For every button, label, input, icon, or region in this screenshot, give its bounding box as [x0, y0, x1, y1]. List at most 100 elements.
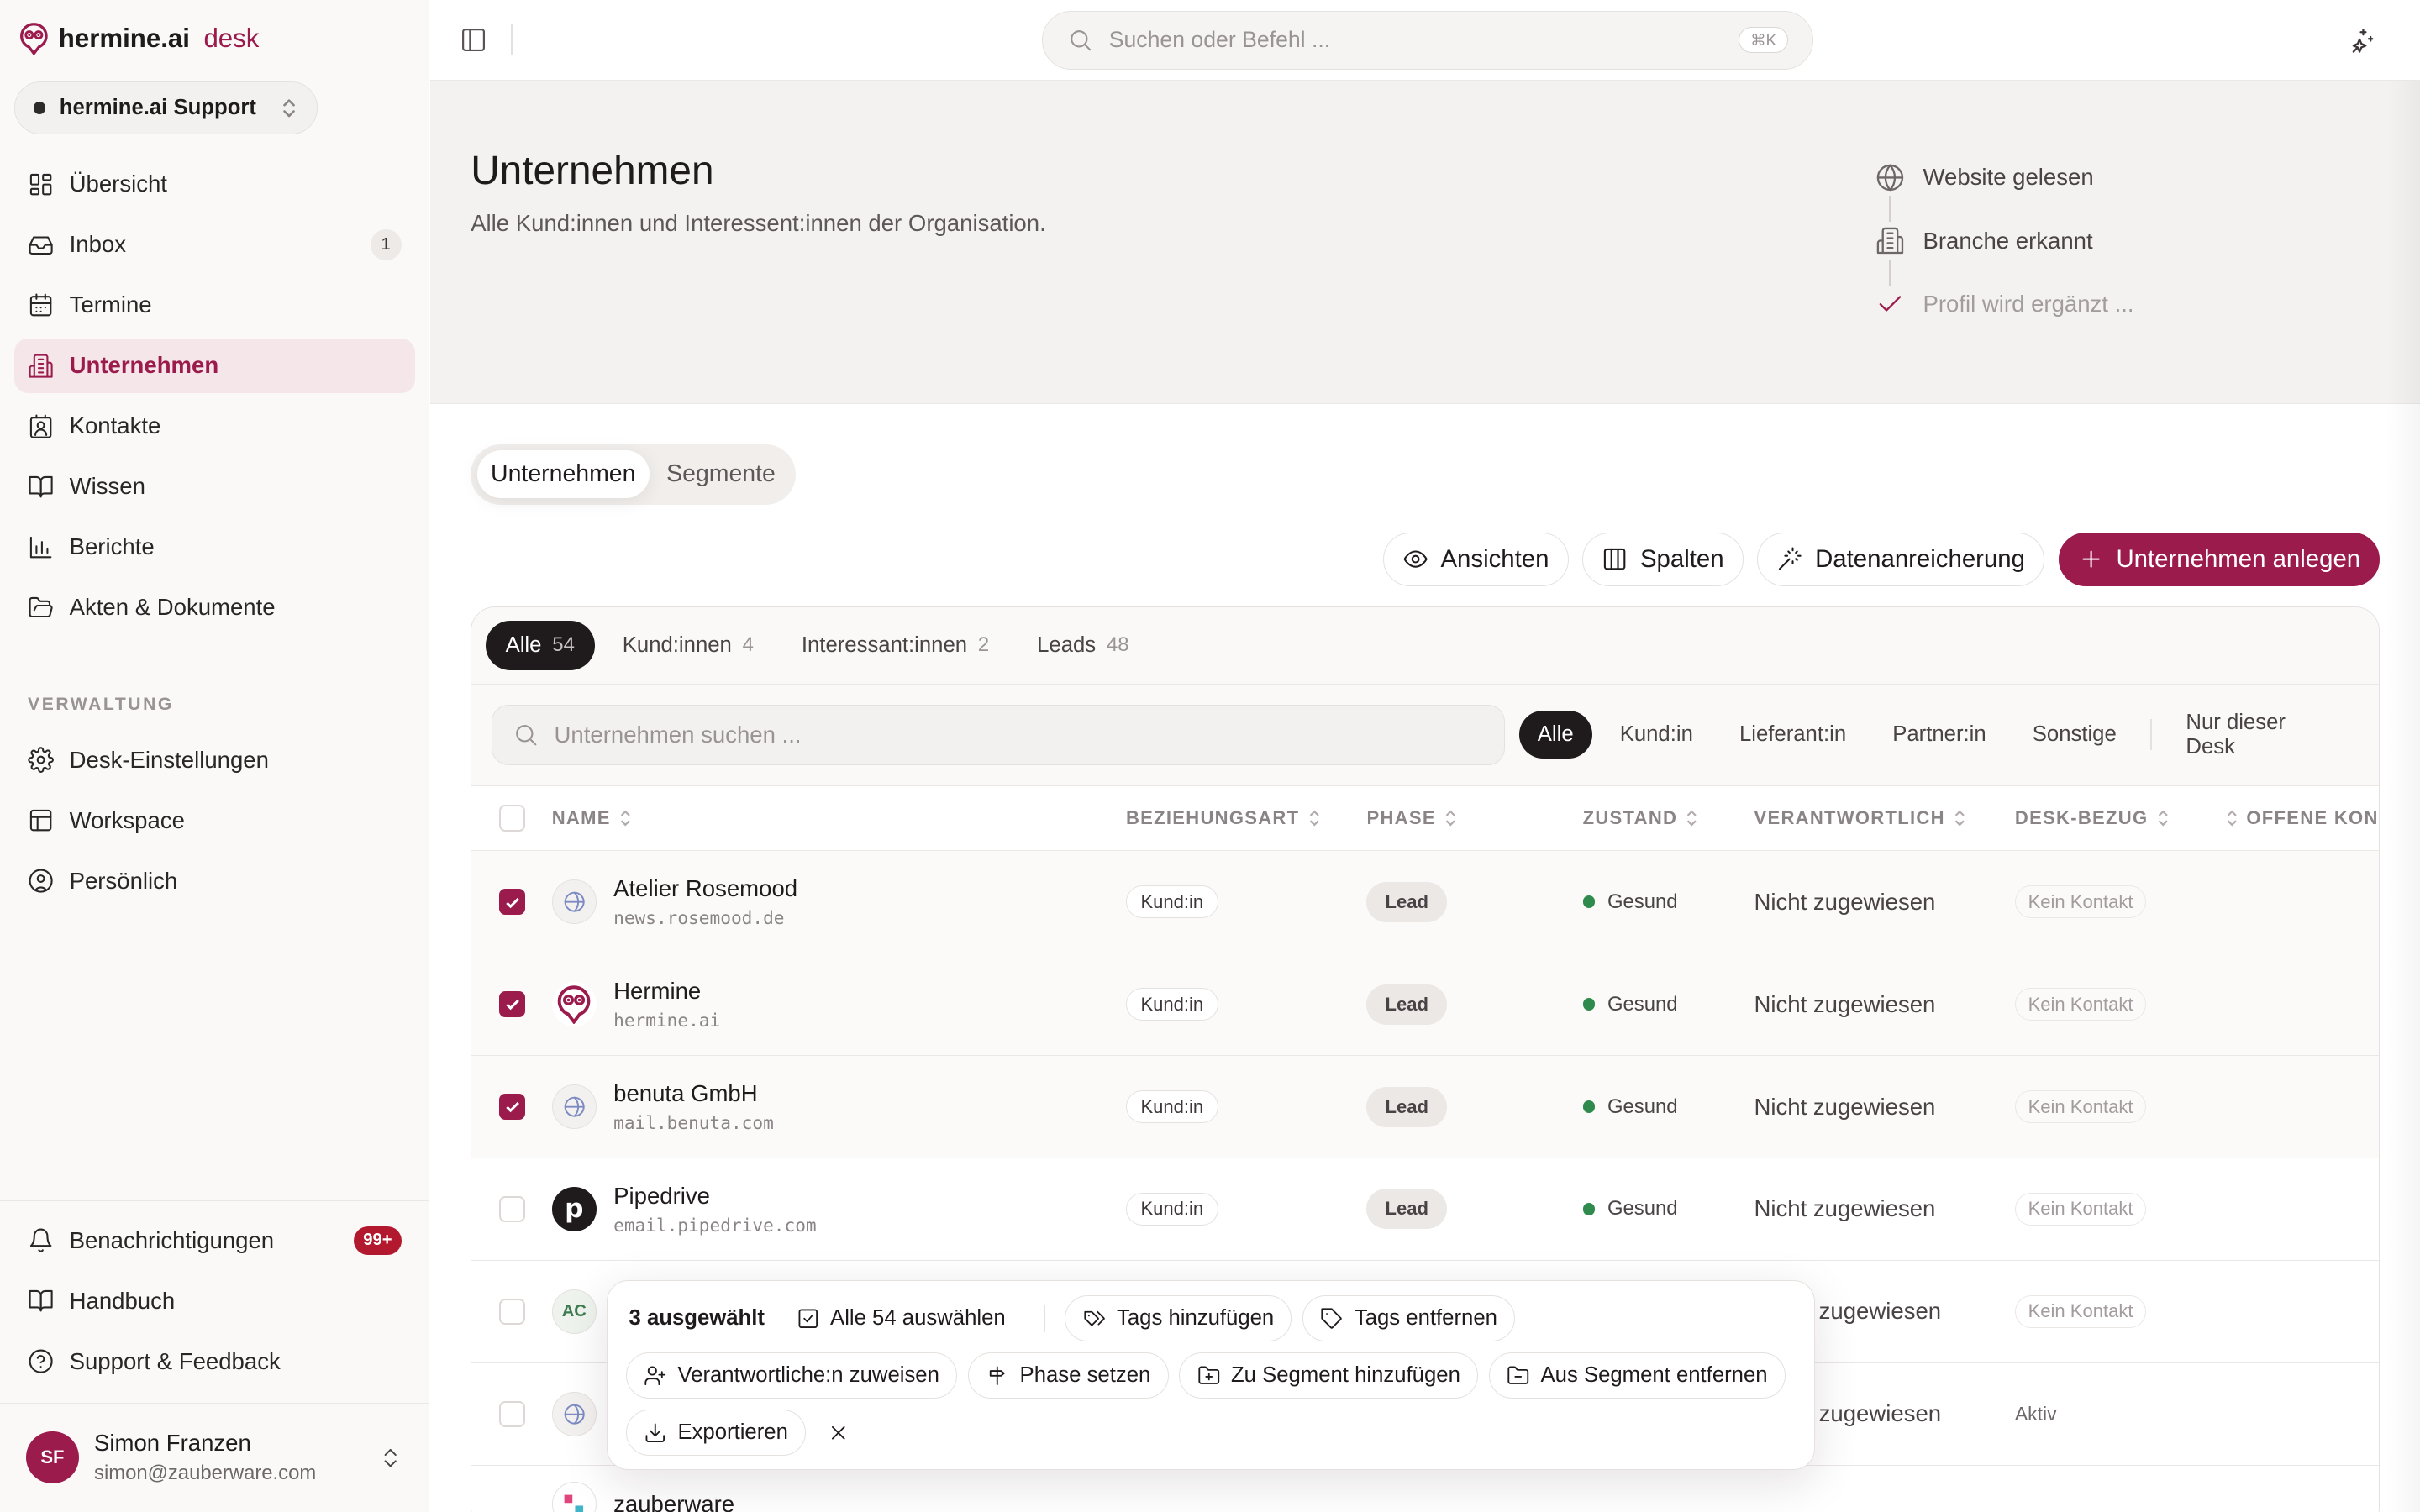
search-icon	[516, 725, 537, 746]
column-header-owner[interactable]: VERANTWORTLICH	[1754, 807, 1966, 829]
export-button[interactable]: Exportieren	[625, 1409, 807, 1456]
checkbox[interactable]	[499, 889, 526, 916]
remove-from-segment-button[interactable]: Aus Segment entfernen	[1488, 1352, 1786, 1399]
company-name[interactable]: Hermine	[613, 978, 720, 1005]
filter-tab-leads[interactable]: Leads 48	[1017, 621, 1149, 670]
type-chip-lieferantin[interactable]: Lieferant:in	[1721, 711, 1865, 759]
checkbox[interactable]	[499, 1195, 526, 1223]
contact-card-icon	[29, 414, 52, 438]
table-row[interactable]: benuta GmbH mail.benuta.com Kund:in Lead …	[471, 1055, 2380, 1158]
owner-value[interactable]: Nicht zugewiesen	[1754, 889, 1935, 916]
type-chip-kundin[interactable]: Kund:in	[1602, 711, 1712, 759]
tab-segmente[interactable]: Segmente	[653, 450, 790, 498]
step-profil: Profil wird ergänzt ...	[1876, 286, 2134, 323]
nav-item-termine[interactable]: Termine	[14, 278, 416, 332]
filter-tab-kundinnen[interactable]: Kund:innen 4	[602, 621, 774, 670]
company-name[interactable]: Atelier Rosemood	[613, 875, 797, 902]
owner-value[interactable]: Nicht zugewiesen	[1754, 991, 1935, 1018]
nav-item-akten-dokumente[interactable]: Akten & Dokumente	[14, 580, 416, 634]
table-row[interactable]: zauberware	[471, 1466, 2379, 1512]
enrichment-button[interactable]: Datenanreicherung	[1757, 532, 2044, 586]
column-header-open[interactable]: OFFENE KONV	[2225, 807, 2379, 829]
set-phase-button[interactable]: Phase setzen	[967, 1352, 1169, 1399]
sort-icon	[620, 810, 630, 827]
owner-value[interactable]: Nicht zugewiesen	[1754, 1195, 1935, 1222]
workspace-switcher[interactable]: hermine.ai Support	[13, 81, 318, 134]
signpost-icon	[989, 1366, 1005, 1385]
folder-open-icon	[29, 596, 53, 617]
search-icon	[1071, 30, 1092, 51]
filter-tab-interessentinnen[interactable]: Interessant:innen 2	[781, 621, 1009, 670]
company-search-input[interactable]: Unternehmen suchen ...	[492, 704, 1506, 765]
checkbox[interactable]	[499, 1400, 526, 1427]
tab-unternehmen[interactable]: Unternehmen	[476, 450, 650, 499]
checkbox[interactable]	[499, 805, 526, 832]
owner-value[interactable]: zugewiesen	[1819, 1298, 1941, 1325]
create-company-button[interactable]: Unternehmen anlegen	[2058, 532, 2381, 586]
sidebar-toggle-icon[interactable]	[460, 26, 487, 54]
sidebar-bottom-nav: Benachrichtigungen 99+ Handbuch Support …	[0, 1200, 429, 1395]
table-search-row: Unternehmen suchen ... Alle Kund:in Lief…	[471, 684, 2380, 786]
assign-owner-button[interactable]: Verantwortliche:n zuweisen	[625, 1352, 958, 1399]
filter-tab-alle[interactable]: Alle 54	[485, 620, 595, 670]
checkbox[interactable]	[499, 990, 526, 1018]
nav-item-wissen[interactable]: Wissen	[14, 459, 416, 513]
checkbox[interactable]	[499, 1298, 526, 1326]
nav-item-kontakte[interactable]: Kontakte	[14, 399, 416, 453]
command-search[interactable]: Suchen oder Befehl ... ⌘K	[1041, 10, 1814, 70]
owner-value[interactable]: Nicht zugewiesen	[1754, 1094, 1935, 1121]
nav-item-workspace[interactable]: Workspace	[14, 793, 416, 847]
company-name[interactable]: Pipedrive	[613, 1183, 816, 1210]
phase-badge[interactable]: Lead	[1366, 1189, 1447, 1230]
column-header-desk[interactable]: DESK-BEZUG	[2015, 807, 2170, 829]
select-all-checkbox[interactable]	[499, 805, 526, 832]
close-icon[interactable]	[817, 1411, 860, 1454]
type-chip-alle[interactable]: Alle	[1518, 711, 1592, 759]
nav-item-desk-einstellungen[interactable]: Desk-Einstellungen	[14, 732, 416, 786]
add-tags-button[interactable]: Tags hinzufügen	[1065, 1294, 1292, 1342]
phase-badge[interactable]: Lead	[1366, 881, 1447, 922]
column-header-relation[interactable]: BEZIEHUNGSART	[1126, 807, 1321, 829]
phase-badge[interactable]: Lead	[1366, 984, 1447, 1025]
company-name[interactable]: zauberware	[613, 1491, 734, 1512]
column-header-name[interactable]: NAME	[552, 807, 633, 829]
type-chip-partnerin[interactable]: Partner:in	[1874, 711, 2005, 759]
table-row[interactable]: Atelier Rosemood news.rosemood.de Kund:in…	[471, 851, 2380, 953]
table-row[interactable]: p Pipedrive email.pipedrive.com Kund:in L…	[471, 1158, 2380, 1261]
button-label: Verantwortliche:n zuweisen	[677, 1362, 939, 1387]
remove-tags-button[interactable]: Tags entfernen	[1302, 1294, 1516, 1342]
nav-item-berichte[interactable]: Berichte	[14, 520, 416, 574]
state-cell: Gesund	[1582, 851, 1678, 953]
phase-badge[interactable]: Lead	[1366, 1086, 1447, 1127]
desk-only-chip[interactable]: Nur dieser Desk	[2167, 711, 2359, 759]
columns-button[interactable]: Spalten	[1582, 532, 1744, 586]
sparkle-ai-icon[interactable]	[2349, 26, 2378, 55]
inbox-icon	[29, 236, 53, 255]
nav-label: Termine	[69, 291, 152, 318]
nav-item-support-feedback[interactable]: Support & Feedback	[14, 1335, 416, 1389]
column-header-state[interactable]: ZUSTAND	[1583, 807, 1699, 829]
nav-item-inbox[interactable]: Inbox 1	[14, 218, 416, 271]
nav-item-persoenlich[interactable]: Persönlich	[14, 853, 416, 907]
nav-item-benachrichtigungen[interactable]: Benachrichtigungen 99+	[14, 1214, 416, 1268]
table-row[interactable]: Hermine hermine.ai Kund:in Lead Gesund Ni…	[471, 953, 2380, 1056]
nav-label: Übersicht	[69, 171, 167, 197]
views-button[interactable]: Ansichten	[1382, 532, 1569, 586]
checkbox[interactable]	[499, 1093, 526, 1121]
button-label: Datenanreicherung	[1815, 544, 2025, 573]
select-all-button[interactable]: Alle 54 auswählen	[778, 1294, 1023, 1342]
company-cell: Atelier Rosemood news.rosemood.de	[551, 851, 797, 953]
nav-item-uebersicht[interactable]: Übersicht	[14, 157, 416, 211]
nav-item-unternehmen[interactable]: Unternehmen	[13, 339, 416, 393]
column-label: VERANTWORTLICH	[1754, 806, 1945, 828]
add-to-segment-button[interactable]: Zu Segment hinzufügen	[1179, 1352, 1479, 1399]
column-header-phase[interactable]: PHASE	[1366, 807, 1457, 829]
user-menu[interactable]: SF Simon Franzen simon@zauberware.com	[0, 1402, 429, 1512]
company-name[interactable]: benuta GmbH	[613, 1080, 774, 1107]
desk-badge: Kein Kontakt	[2014, 1090, 2147, 1124]
type-chip-sonstige[interactable]: Sonstige	[2014, 711, 2135, 759]
chevron-up-down-icon	[283, 99, 296, 118]
owner-value[interactable]: zugewiesen	[1819, 1400, 1941, 1427]
brand[interactable]: hermine.ai desk	[18, 22, 259, 56]
nav-item-handbuch[interactable]: Handbuch	[14, 1274, 416, 1328]
